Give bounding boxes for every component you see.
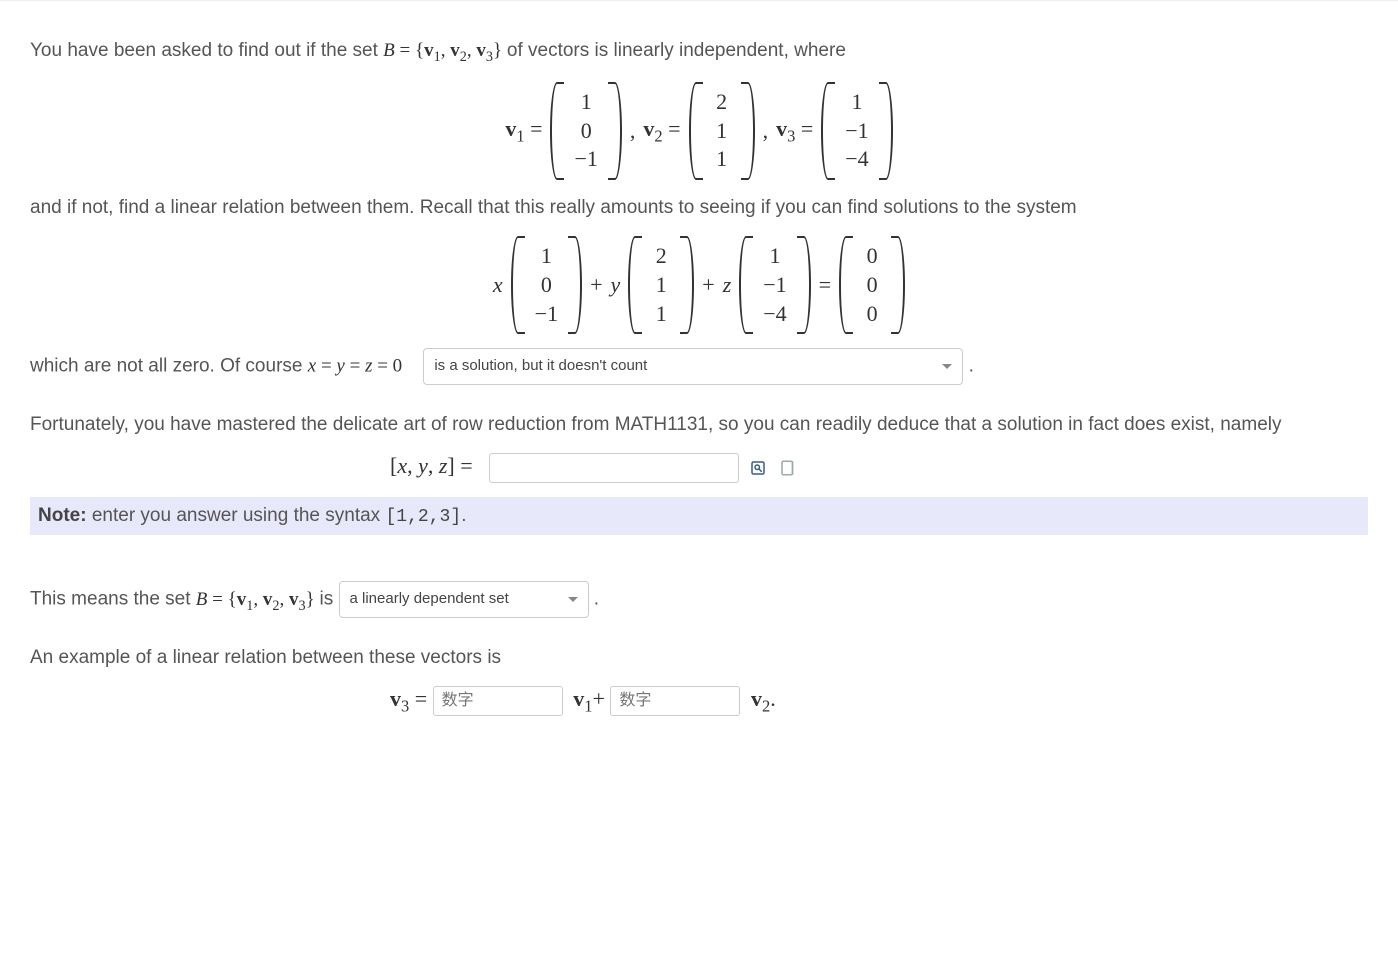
intro-line: You have been asked to find out if the s… (30, 37, 1368, 68)
dropdown2-label: a linearly dependent set (350, 588, 509, 611)
syntax-note: Note: enter you answer using the syntax … (30, 497, 1368, 535)
preview-icon[interactable] (747, 457, 769, 479)
intro-pre: You have been asked to find out if the s… (30, 40, 383, 61)
coeff-v2-input[interactable] (610, 686, 740, 716)
system-equation: x 10−1 + y 211 + z 1−1−4 = 000 (30, 236, 1368, 334)
note-period: . (461, 505, 466, 526)
para5-post: is (320, 589, 339, 610)
vector-v1: 10−1 (550, 82, 621, 180)
dependence-line: This means the set B = {v1, v2, v3} is a… (30, 581, 1368, 618)
period1: . (969, 356, 974, 377)
v2-term: v2. (751, 686, 776, 711)
para3-pre: which are not all zero. Of course (30, 356, 308, 377)
para5-pre: This means the set (30, 589, 196, 610)
chevron-down-icon (942, 364, 952, 369)
para4: Fortunately, you have mastered the delic… (30, 411, 1368, 440)
vector-v2: 211 (689, 82, 755, 180)
vector-v3: 1−1−4 (821, 82, 892, 180)
dropdown1-label: is a solution, but it doesn't count (434, 355, 647, 378)
note-label: Note: (38, 505, 87, 526)
trivial-solution-dropdown[interactable]: is a solution, but it doesn't count (423, 348, 963, 385)
xyz-answer-input[interactable] (489, 453, 739, 483)
chevron-down-icon (568, 597, 578, 602)
period2: . (594, 589, 599, 610)
set-B: B = {v1, v2, v3} (383, 40, 507, 61)
set-B-2: B = {v1, v2, v3} (196, 589, 320, 610)
para6: An example of a linear relation between … (30, 644, 1368, 673)
trivial-solution-line: which are not all zero. Of course x = y … (30, 348, 1368, 385)
help-icon[interactable] (777, 457, 799, 479)
vector-definitions: v1 = 10−1 , v2 = 211 , v3 = 1−1−4 (30, 82, 1368, 180)
question-body: You have been asked to find out if the s… (0, 0, 1398, 771)
coeff-v1-input[interactable] (433, 686, 563, 716)
v1-term: v1+ (573, 686, 610, 711)
note-text: enter you answer using the syntax (92, 505, 386, 526)
v3-lhs: v3 = (390, 686, 433, 711)
xyz-answer-row: [x, y, z] = (30, 453, 1368, 483)
note-syntax: [1,2,3] (385, 507, 461, 527)
para2: and if not, find a linear relation betwe… (30, 194, 1368, 223)
linear-relation-row: v3 = v1+ v2. (30, 686, 1368, 716)
xyz-lhs: [x, y, z] = (390, 453, 473, 478)
trivial-eq: x = y = z = 0 (308, 356, 402, 377)
dependence-dropdown[interactable]: a linearly dependent set (339, 581, 589, 618)
intro-post: of vectors is linearly independent, wher… (507, 40, 846, 61)
